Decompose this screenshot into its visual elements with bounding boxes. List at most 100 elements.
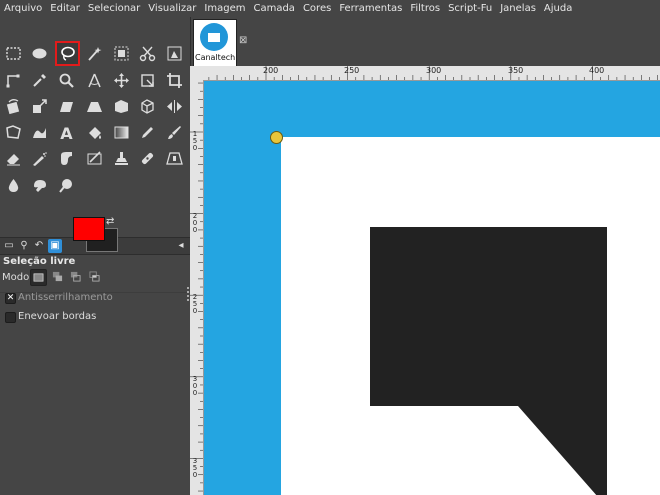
antialiasing-checkbox[interactable]: ✕ <box>5 293 16 304</box>
mypaint-brush-tool[interactable] <box>83 147 105 169</box>
magic-wand-icon <box>87 46 101 61</box>
clone-tool[interactable] <box>110 147 132 169</box>
bandage-icon <box>141 152 153 164</box>
flip-tool[interactable] <box>163 95 185 117</box>
tool-options-tab-icon[interactable]: ▭ <box>2 239 16 253</box>
text-icon: A <box>60 124 73 141</box>
crop-icon <box>166 72 182 88</box>
blur-sharpen-tool[interactable] <box>2 174 24 196</box>
v-ruler-label: 150 <box>192 130 198 152</box>
h-ruler-label: 350 <box>508 66 524 75</box>
fuzzy-select-tool[interactable] <box>83 42 105 64</box>
vertical-ruler[interactable]: 150 200 250 300 350 <box>190 80 204 495</box>
foreground-select-tool[interactable] <box>163 42 185 64</box>
warp-icon <box>32 127 46 138</box>
rect-select-tool[interactable] <box>2 42 24 64</box>
perspective-clone-tool[interactable] <box>163 147 185 169</box>
flip-icon <box>166 99 182 113</box>
menu-imagem[interactable]: Imagem <box>200 3 249 14</box>
heal-tool[interactable] <box>136 147 158 169</box>
swap-colors-icon[interactable]: ⇄ <box>106 216 114 227</box>
menu-editar[interactable]: Editar <box>46 3 84 14</box>
paths-tool[interactable] <box>2 69 24 91</box>
free-select-tool[interactable] <box>55 41 80 66</box>
pencil-tool[interactable] <box>136 121 158 143</box>
menu-visualizar[interactable]: Visualizar <box>144 3 200 14</box>
menu-camada[interactable]: Camada <box>249 3 298 14</box>
3d-transform-tool[interactable] <box>136 95 158 117</box>
mode-subtract-icon <box>70 271 81 282</box>
speech-bubble-shape <box>370 227 607 495</box>
foreground-select-icon <box>167 46 181 60</box>
device-status-tab-icon[interactable]: ⚲ <box>17 239 31 253</box>
smudge-tool[interactable] <box>28 174 50 196</box>
mode-replace-button[interactable] <box>30 269 47 286</box>
rotate-tool[interactable] <box>2 95 24 117</box>
menu-ferramentas[interactable]: Ferramentas <box>335 3 406 14</box>
canaltech-logo-icon <box>200 23 228 51</box>
move-tool[interactable] <box>110 69 132 91</box>
select-by-color-tool[interactable] <box>110 42 132 64</box>
airbrush-tool[interactable] <box>28 147 50 169</box>
dodge-burn-tool[interactable] <box>55 174 77 196</box>
shear-tool[interactable] <box>55 95 77 117</box>
mypaint-brush-icon <box>87 150 101 164</box>
shear-icon <box>59 101 73 112</box>
measure-tool[interactable] <box>83 69 105 91</box>
eraser-tool[interactable] <box>2 147 24 169</box>
svg-text:A: A <box>60 124 73 141</box>
menu-filtros[interactable]: Filtros <box>406 3 444 14</box>
mode-intersect-button[interactable] <box>87 269 102 284</box>
menu-arquivo[interactable]: Arquivo <box>0 3 46 14</box>
move-icon <box>113 72 129 88</box>
blend-tool[interactable] <box>110 121 132 143</box>
feather-edges-checkbox[interactable] <box>5 312 16 323</box>
scissors-select-tool[interactable] <box>136 42 158 64</box>
airbrush-icon <box>32 151 47 166</box>
perspective-clone-icon <box>165 151 183 165</box>
paintbrush-tool[interactable] <box>163 121 185 143</box>
crop-tool[interactable] <box>163 69 185 91</box>
eyedropper-icon <box>32 73 46 87</box>
menu-cores[interactable]: Cores <box>299 3 335 14</box>
text-tool[interactable]: A <box>55 121 77 143</box>
feather-edges-label: Enevoar bordas <box>18 311 97 322</box>
ruler-corner[interactable] <box>190 66 204 81</box>
foreground-color-swatch[interactable] <box>73 217 105 241</box>
mode-add-icon <box>52 271 63 282</box>
smudge-icon <box>33 179 46 192</box>
lasso-icon <box>61 46 75 61</box>
align-tool[interactable] <box>136 69 158 91</box>
horizontal-ruler[interactable]: 200 250 300 350 400 <box>203 66 660 81</box>
menu-selecionar[interactable]: Selecionar <box>84 3 144 14</box>
perspective-tool[interactable] <box>83 95 105 117</box>
color-picker-tool[interactable] <box>28 69 50 91</box>
images-tab-icon[interactable]: ▣ <box>48 239 62 253</box>
bucket-fill-tool[interactable] <box>83 121 105 143</box>
mode-add-button[interactable] <box>50 269 65 284</box>
menu-janelas[interactable]: Janelas <box>496 3 540 14</box>
image-tab[interactable]: Canaltech <box>193 19 237 67</box>
warp-transform-tool[interactable] <box>28 121 50 143</box>
ink-tool[interactable] <box>55 147 77 169</box>
cage-transform-tool[interactable] <box>2 121 24 143</box>
rect-select-icon <box>5 46 21 60</box>
menu-script-fu[interactable]: Script-Fu <box>444 3 496 14</box>
mode-subtract-button[interactable] <box>68 269 83 284</box>
h-ruler-label: 250 <box>344 66 360 75</box>
close-tab-icon[interactable]: ⊠ <box>239 35 247 46</box>
h-ruler-label: 300 <box>426 66 442 75</box>
lasso-anchor-handle[interactable] <box>270 131 283 144</box>
ink-icon <box>60 151 72 165</box>
drop-icon <box>8 178 18 192</box>
dock-menu-icon[interactable]: ◂ <box>174 239 188 253</box>
image-tab-bar: Canaltech ⊠ <box>190 17 660 67</box>
unified-transform-tool[interactable] <box>110 95 132 117</box>
scale-tool[interactable] <box>28 95 50 117</box>
zoom-tool[interactable] <box>55 69 77 91</box>
undo-history-tab-icon[interactable]: ↶ <box>32 239 46 253</box>
rotate-icon <box>6 98 19 114</box>
menu-ajuda[interactable]: Ajuda <box>540 3 576 14</box>
ellipse-select-tool[interactable] <box>28 42 50 64</box>
dodge-burn-icon <box>58 178 72 193</box>
